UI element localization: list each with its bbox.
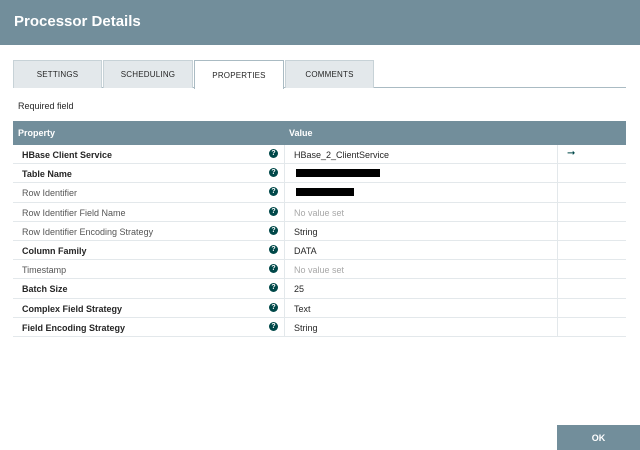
value-cell[interactable]: DATA [286, 240, 558, 260]
table-row: Row Identifier Encoding Strategy ? Strin… [13, 221, 626, 241]
redacted-value [296, 169, 380, 178]
property-name: Column Family [22, 245, 87, 256]
column-header-value: Value [289, 128, 313, 138]
property-cell: Complex Field Strategy ? [13, 298, 285, 317]
help-icon[interactable]: ? [269, 149, 278, 158]
redacted-value [296, 188, 354, 197]
help-icon[interactable]: ? [269, 168, 278, 178]
table-row: HBase Client Service ? HBase_2_ClientSer… [13, 145, 626, 165]
table-row: Row Identifier ? [13, 183, 626, 203]
property-cell: Field Encoding Strategy ? [13, 317, 285, 336]
actions-cell [559, 183, 626, 201]
actions-cell [559, 260, 626, 278]
property-name: HBase Client Service [22, 150, 113, 160]
help-icon[interactable]: ? [269, 187, 278, 197]
property-cell: Column Family ? [13, 240, 285, 260]
property-name: Timestamp [22, 265, 67, 276]
value-cell[interactable]: No value set [286, 202, 558, 221]
table-row: Column Family ? DATA [13, 240, 626, 261]
actions-cell [559, 279, 626, 297]
required-field-label: Required field [18, 101, 74, 111]
property-value: DATA [294, 245, 317, 256]
property-name: Table Name [22, 169, 72, 180]
actions-cell: ➞ [559, 145, 626, 163]
tab-comments[interactable]: COMMENTS [285, 60, 374, 88]
actions-cell [559, 164, 626, 182]
property-name: Row Identifier Field Name [22, 207, 126, 218]
actions-cell [559, 241, 626, 259]
property-value: Text [294, 303, 311, 314]
table-header: Property Value [13, 121, 626, 145]
property-name: Batch Size [22, 284, 68, 295]
value-cell[interactable]: String [286, 317, 558, 336]
dialog-title: Processor Details [0, 0, 640, 45]
properties-table: Property Value HBase Client Service ? HB… [13, 121, 626, 337]
property-name: Row Identifier [22, 188, 78, 199]
actions-cell [559, 203, 626, 221]
tab-bar: SETTINGS SCHEDULING PROPERTIES COMMENTS [13, 60, 626, 89]
actions-cell [559, 318, 626, 336]
help-icon[interactable]: ? [269, 225, 278, 235]
property-value: HBase_2_ClientService [294, 150, 390, 160]
value-cell[interactable] [286, 183, 558, 202]
property-cell: HBase Client Service ? [13, 145, 285, 164]
help-icon[interactable]: ? [269, 321, 278, 331]
help-icon[interactable]: ? [269, 302, 278, 312]
go-to-service-icon[interactable]: ➞ [567, 148, 575, 159]
value-cell[interactable]: Text [286, 298, 558, 317]
help-icon[interactable]: ? [269, 206, 278, 216]
value-cell[interactable]: No value set [286, 260, 558, 279]
help-icon[interactable]: ? [269, 264, 278, 274]
property-cell: Table Name ? [13, 164, 285, 183]
help-icon[interactable]: ? [269, 283, 278, 293]
tab-settings[interactable]: SETTINGS [13, 60, 102, 88]
value-cell[interactable]: 25 [286, 279, 558, 298]
property-value: String [294, 322, 318, 333]
column-header-property: Property [18, 128, 56, 138]
property-cell: Timestamp ? [13, 260, 285, 279]
property-cell: Row Identifier Field Name ? [13, 202, 285, 221]
property-value: No value set [294, 265, 345, 276]
property-name: Row Identifier Encoding Strategy [22, 226, 154, 237]
property-cell: Row Identifier Encoding Strategy ? [13, 221, 285, 240]
property-cell: Batch Size ? [13, 279, 285, 298]
property-value: 25 [294, 284, 305, 295]
property-value: No value set [294, 207, 345, 218]
ok-button[interactable]: OK [557, 425, 640, 450]
table-row: Complex Field Strategy ? Text [13, 298, 626, 318]
value-cell[interactable]: HBase_2_ClientService [286, 145, 558, 164]
table-row: Timestamp ? No value set [13, 260, 626, 280]
property-name: Complex Field Strategy [22, 303, 123, 314]
tab-properties[interactable]: PROPERTIES [194, 60, 284, 89]
actions-cell [559, 299, 626, 317]
property-name: Field Encoding Strategy [22, 322, 126, 333]
actions-cell [559, 222, 626, 240]
table-row: Batch Size ? 25 [13, 279, 626, 299]
tab-scheduling[interactable]: SCHEDULING [103, 60, 193, 88]
table-row: Table Name ? [13, 164, 626, 184]
value-cell[interactable] [286, 164, 558, 183]
value-cell[interactable]: String [286, 221, 558, 240]
table-row: Row Identifier Field Name ? No value set [13, 202, 626, 222]
help-icon[interactable]: ? [269, 244, 278, 254]
property-cell: Row Identifier ? [13, 183, 285, 202]
table-row: Field Encoding Strategy ? String [13, 317, 626, 337]
property-value: String [294, 226, 318, 237]
